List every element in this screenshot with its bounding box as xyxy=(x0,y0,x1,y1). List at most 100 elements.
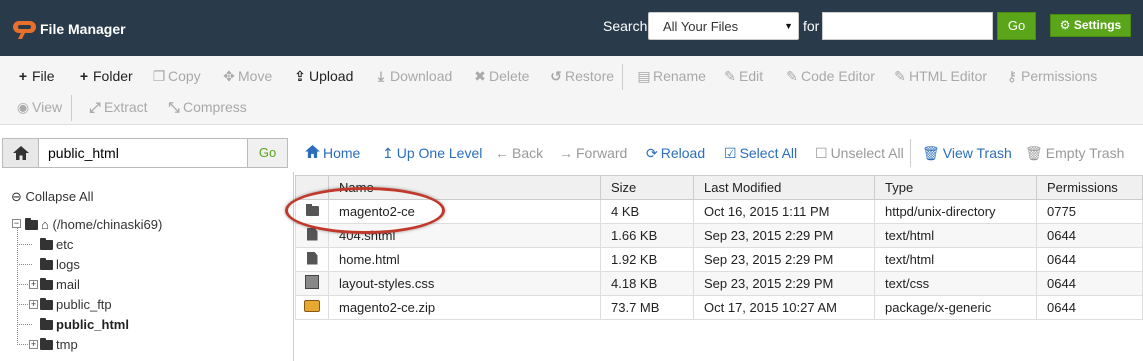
compress-button[interactable]: ⤡ Compress xyxy=(167,99,246,116)
toolbar: + File + Folder ❐ Copy ✥ Move ⇪ Upload ⤓ Downl… xyxy=(0,56,1143,125)
home-dir-button[interactable] xyxy=(2,138,39,168)
tree-node-tmp[interactable]: tmp xyxy=(40,337,78,352)
extract-button[interactable]: ⤢ Extract xyxy=(88,99,147,116)
column-header-type[interactable]: Type xyxy=(874,175,1037,200)
restore-button[interactable]: ↺ Restore xyxy=(549,68,614,85)
checkbox-empty-icon: ☐ xyxy=(815,145,828,161)
pane-divider[interactable] xyxy=(293,172,294,361)
tree-guide-line xyxy=(17,264,32,265)
search-input[interactable] xyxy=(822,12,993,40)
table-row[interactable]: layout-styles.css 4.18 KB Sep 23, 2015 2… xyxy=(295,271,1143,296)
column-header-size[interactable]: Size xyxy=(600,175,694,200)
eye-icon: ◉ xyxy=(16,99,30,115)
x-icon: ✖ xyxy=(474,68,486,84)
file-modified: Oct 16, 2015 1:11 PM xyxy=(693,199,875,224)
level-up-icon: ↥ xyxy=(382,145,394,161)
search-go-button[interactable]: Go xyxy=(997,12,1036,40)
nav-select-all-button[interactable]: ☑ Select All xyxy=(724,145,797,162)
file-type: text/css xyxy=(874,271,1037,296)
expand-icon: ⤢ xyxy=(89,99,101,115)
compress-icon: ⤡ xyxy=(168,99,180,115)
upload-button[interactable]: ⇪ Upload xyxy=(293,68,353,85)
file-size: 4 KB xyxy=(600,199,694,224)
copy-button[interactable]: ❐ Copy xyxy=(152,68,201,85)
tree-node-mail[interactable]: mail xyxy=(40,277,80,292)
plus-icon: + xyxy=(18,68,28,84)
nav-divider xyxy=(910,139,911,167)
tree-expand-toggle[interactable]: + xyxy=(29,280,38,289)
trash-icon: 🗑 xyxy=(922,145,940,161)
table-row[interactable]: home.html 1.92 KB Sep 23, 2015 2:29 PM t… xyxy=(295,247,1143,272)
file-name: 404.shtml xyxy=(328,223,601,248)
nav-view-trash-button[interactable]: 🗑 View Trash xyxy=(922,145,1012,162)
column-header-last-modified[interactable]: Last Modified xyxy=(693,175,875,200)
pencil-icon: ✎ xyxy=(724,68,736,84)
edit-button[interactable]: ✎ Edit xyxy=(723,68,763,85)
tree-node-root[interactable]: ⌂ (/home/chinaski69) xyxy=(25,217,162,232)
settings-button[interactable]: ⚙ Settings xyxy=(1050,14,1131,37)
copy-icon: ❐ xyxy=(152,68,166,84)
nav-forward-button[interactable]: → Forward xyxy=(559,145,627,161)
rename-button[interactable]: ▤ Rename xyxy=(637,68,706,85)
move-arrows-icon: ✥ xyxy=(223,68,235,84)
nav-home-button[interactable]: Home xyxy=(305,145,360,161)
view-button[interactable]: ◉ View xyxy=(16,99,62,116)
table-row[interactable]: magento2-ce.zip 73.7 MB Oct 17, 2015 10:… xyxy=(295,295,1143,320)
nav-reload-button[interactable]: ⟳ Reload xyxy=(646,145,705,162)
edit-box-icon: ✎ xyxy=(786,68,798,84)
new-folder-button[interactable]: + Folder xyxy=(77,68,133,84)
nav-up-one-level-button[interactable]: ↥ Up One Level xyxy=(382,145,482,162)
permissions-button[interactable]: ⚷ Permissions xyxy=(1005,68,1097,85)
file-table: Name Size Last Modified Type Permissions… xyxy=(295,175,1143,320)
home-icon: ⌂ xyxy=(41,217,49,232)
plus-icon: + xyxy=(79,68,89,84)
delete-button[interactable]: ✖ Delete xyxy=(473,68,529,85)
folder-icon xyxy=(40,238,53,250)
tree-node-public-ftp[interactable]: public_ftp xyxy=(40,297,112,312)
new-file-button[interactable]: + File xyxy=(16,68,55,84)
icon-column-header xyxy=(295,175,329,200)
file-size: 1.66 KB xyxy=(600,223,694,248)
html-file-icon xyxy=(306,251,318,265)
tree-node-logs[interactable]: logs xyxy=(40,257,80,272)
html-editor-button[interactable]: ✎ HTML Editor xyxy=(893,68,987,85)
header-bar: File Manager Search All Your Files ▼ for… xyxy=(0,0,1143,56)
tree-expand-toggle[interactable]: + xyxy=(29,340,38,349)
table-row[interactable]: 404.shtml 1.66 KB Sep 23, 2015 2:29 PM t… xyxy=(295,223,1143,248)
file-name: home.html xyxy=(328,247,601,272)
collapse-all-button[interactable]: ⊖ Collapse All xyxy=(11,189,93,205)
home-icon xyxy=(13,146,29,160)
nav-unselect-all-button[interactable]: ☐ Unselect All xyxy=(815,145,904,162)
search-scope-select[interactable]: All Your Files ▼ xyxy=(648,12,799,40)
arrow-left-icon: ← xyxy=(495,145,509,161)
column-header-permissions[interactable]: Permissions xyxy=(1036,175,1143,200)
search-scope-value: All Your Files xyxy=(663,19,739,34)
tree-expand-toggle[interactable]: + xyxy=(29,300,38,309)
collapse-circle-icon: ⊖ xyxy=(11,189,22,204)
file-permissions: 0644 xyxy=(1036,271,1143,296)
move-button[interactable]: ✥ Move xyxy=(222,68,272,85)
file-modified: Oct 17, 2015 10:27 AM xyxy=(693,295,875,320)
folder-icon xyxy=(305,204,319,216)
restore-icon: ↺ xyxy=(550,68,562,84)
tree-node-public-html[interactable]: public_html xyxy=(40,317,129,332)
upload-icon: ⇪ xyxy=(294,68,306,84)
path-input[interactable] xyxy=(39,138,248,168)
file-permissions: 0644 xyxy=(1036,247,1143,272)
checkbox-checked-icon: ☑ xyxy=(724,145,737,161)
folder-icon xyxy=(40,278,53,290)
tree-collapse-toggle[interactable]: − xyxy=(12,219,21,228)
tree-node-etc[interactable]: etc xyxy=(40,237,73,252)
table-header-row: Name Size Last Modified Type Permissions xyxy=(295,175,1143,200)
nav-back-button[interactable]: ← Back xyxy=(495,145,543,161)
nav-empty-trash-button[interactable]: 🗑 Empty Trash xyxy=(1025,145,1124,162)
column-header-name[interactable]: Name xyxy=(328,175,601,200)
download-button[interactable]: ⤓ Download xyxy=(374,68,452,85)
table-row[interactable]: magento2-ce 4 KB Oct 16, 2015 1:11 PM ht… xyxy=(295,199,1143,224)
code-editor-button[interactable]: ✎ Code Editor xyxy=(785,68,875,85)
search-label: Search xyxy=(603,18,648,34)
file-modified: Sep 23, 2015 2:29 PM xyxy=(693,271,875,296)
file-type: httpd/unix-directory xyxy=(874,199,1037,224)
file-name: magento2-ce xyxy=(328,199,601,224)
path-go-button[interactable]: Go xyxy=(248,138,288,168)
